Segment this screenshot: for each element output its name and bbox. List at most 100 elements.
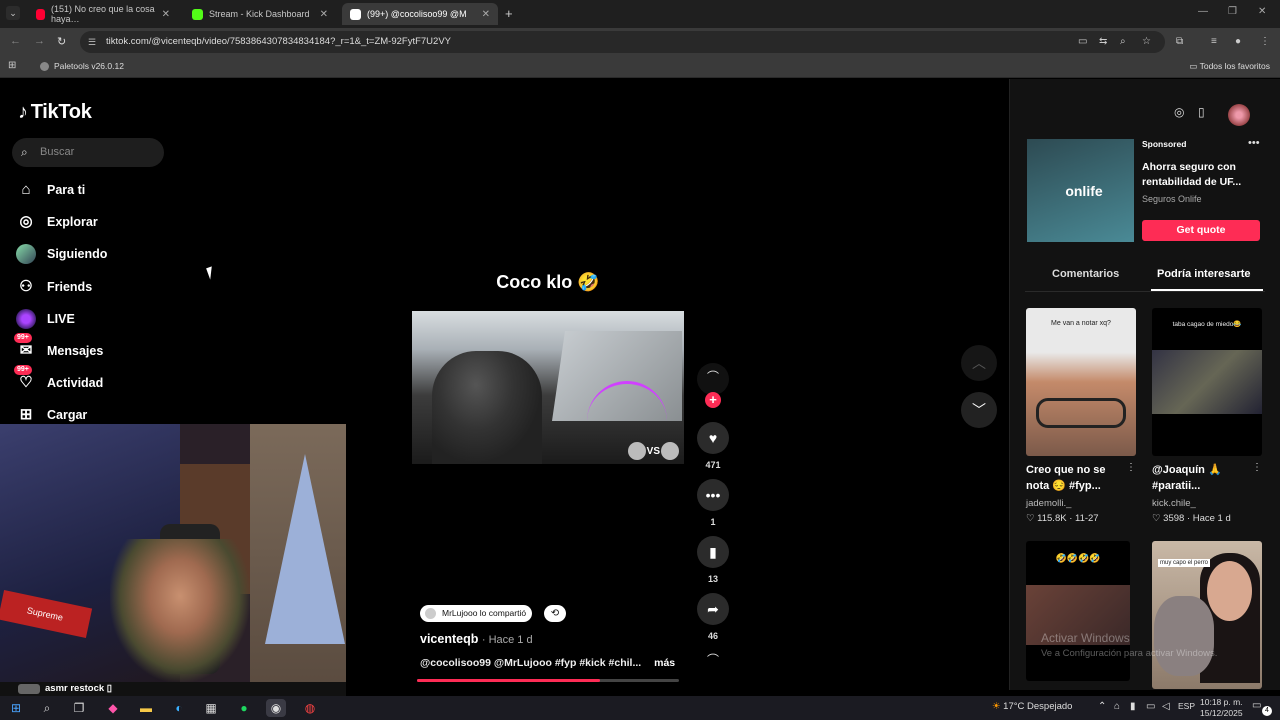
network-icon[interactable]: ⌂ [1114, 701, 1120, 712]
menu-icon[interactable]: ⋮ [1260, 36, 1270, 47]
previous-video-button[interactable]: ︿ [961, 345, 997, 381]
more-options-icon[interactable]: ⋮ [1126, 462, 1136, 473]
rec-author[interactable]: jademolli._ [1026, 498, 1071, 509]
rec-title[interactable]: Creo que no se nota 😔 #fyp... [1026, 462, 1126, 494]
windows-start-icon[interactable]: ⊞ [6, 699, 26, 717]
rec-thumbnail[interactable]: taba cagao de miedo😂 [1152, 308, 1262, 456]
tab-label: Stream - Kick Dashboard [209, 9, 310, 19]
video-author[interactable]: vicenteqb · Hace 1 d [420, 632, 533, 646]
rec-author[interactable]: kick.chile_ [1152, 498, 1196, 509]
tiktok-logo[interactable]: ♪ TikTok [18, 101, 92, 124]
weather-widget[interactable]: ☀ 17°C Despejado [992, 701, 1072, 712]
tab-comentarios[interactable]: Comentarios [1052, 268, 1119, 280]
task-view-icon[interactable]: ❐ [69, 699, 89, 717]
rec-thumbnail[interactable]: Me van a notar xq? [1026, 308, 1136, 456]
mic-icon[interactable]: ▮ [1130, 701, 1136, 712]
clock[interactable]: 10:18 p. m. 15/12/2025 [1200, 697, 1243, 719]
browser-tab-youtube[interactable]: (151) No creo que la cosa haya… ✕ [28, 3, 178, 25]
media-icon[interactable]: ≡ [1211, 36, 1217, 47]
file-explorer-icon[interactable]: ▬ [136, 699, 156, 717]
star-icon[interactable]: ☆ [1142, 36, 1151, 47]
close-window-icon[interactable]: ✕ [1258, 6, 1266, 17]
vs-badge: VS [627, 442, 680, 460]
all-bookmarks[interactable]: ▭ Todos los favoritos [1189, 61, 1270, 72]
url-input[interactable]: ☰ tiktok.com/@vicenteqb/video/7583864307… [80, 31, 1165, 53]
sidebar-item-mensajes[interactable]: ✉ 99+ Mensajes [14, 333, 103, 363]
language-indicator[interactable]: ESP [1178, 701, 1195, 711]
sidebar-item-friends[interactable]: ⚇ Friends [16, 275, 92, 299]
more-options-icon[interactable]: ••• [1248, 137, 1260, 149]
video-progress-bar[interactable] [417, 679, 679, 682]
display-icon[interactable]: ▭ [1146, 701, 1155, 712]
ad-text[interactable]: Ahorra seguro con rentabilidad de UF... [1142, 160, 1262, 190]
video-player[interactable]: VS [412, 311, 684, 464]
repost-icon[interactable]: ⟲ [544, 605, 566, 622]
minimize-icon[interactable]: — [1198, 6, 1208, 17]
search-icon[interactable]: ⌕ [37, 699, 57, 717]
rec-title[interactable]: @Joaquín 🙏 #paratii... [1152, 462, 1252, 494]
site-info-icon[interactable]: ☰ [88, 37, 96, 47]
video-caption: @cocolisoo99 @MrLujooo #fyp #kick #chil.… [420, 657, 675, 669]
get-quote-button[interactable]: Get quote [1142, 220, 1260, 241]
profile-icon[interactable]: ● [1235, 36, 1241, 47]
repost-pill[interactable]: MrLujooo lo compartió [420, 605, 533, 622]
notifications-icon[interactable]: ▭ [1252, 700, 1261, 711]
spotify-icon[interactable]: ● [234, 699, 254, 717]
new-tab-button[interactable]: + [505, 6, 513, 21]
volume-icon[interactable]: ◁ [1162, 701, 1170, 712]
tiktok-icon [350, 8, 361, 20]
chrome-icon[interactable]: ◍ [300, 699, 320, 717]
windows-activation-title: Activar Windows [1041, 631, 1130, 645]
more-options-icon[interactable]: ⋮ [1252, 462, 1262, 473]
sidebar-item-para-ti[interactable]: ⌂ Para ti [16, 178, 85, 202]
repost-label: MrLujooo lo compartió [442, 608, 527, 618]
face-avatar [661, 442, 679, 460]
rec-thumbnail[interactable]: 🤣🤣🤣🤣 [1026, 541, 1130, 681]
more-link[interactable]: más [654, 657, 675, 669]
share-button[interactable]: ➦ [697, 593, 729, 625]
bookmark-paletools[interactable]: Paletools v26.0.12 [40, 61, 124, 71]
close-icon[interactable]: ✕ [320, 9, 328, 20]
sidebar-item-label: LIVE [47, 312, 75, 326]
compass-icon[interactable]: ◎ [1174, 105, 1184, 119]
search-input[interactable]: ⌕ Buscar [12, 138, 164, 167]
chevron-up-icon[interactable]: ⌃ [1098, 701, 1106, 712]
music-disc-icon[interactable]: ⌒ [697, 651, 729, 671]
browser-tab-tiktok[interactable]: (99+) @cocolisoo99 @MrLu… ✕ [342, 3, 498, 25]
comment-button[interactable]: ••• [697, 479, 729, 511]
like-button[interactable]: ♥ [697, 422, 729, 454]
next-video-button[interactable]: ﹀ [961, 392, 997, 428]
translate-icon[interactable]: ⇆ [1099, 36, 1107, 47]
close-icon[interactable]: ✕ [482, 9, 490, 20]
tab-podria-interesarte[interactable]: Podría interesarte [1157, 268, 1251, 280]
sidebar-item-label: Explorar [47, 215, 98, 229]
store-icon[interactable]: ▦ [201, 699, 221, 717]
edge-icon[interactable]: ◐ [169, 699, 189, 717]
rec-thumbnail[interactable]: muy capo el perro [1152, 541, 1262, 689]
sidebar-item-actividad[interactable]: ♡ 99+ Actividad [14, 365, 103, 395]
apps-icon[interactable]: ⊞ [8, 60, 16, 71]
obs-icon[interactable]: ◉ [266, 699, 286, 717]
restore-icon[interactable]: ❐ [1228, 6, 1237, 17]
sidebar-item-explorar[interactable]: ◎ Explorar [16, 210, 98, 234]
cast-icon[interactable]: ▭ [1078, 36, 1087, 47]
address-bar-row: ← → ↻ ☰ tiktok.com/@vicenteqb/video/7583… [0, 28, 1280, 56]
phone-icon[interactable]: ▯ [1198, 105, 1205, 119]
zoom-icon[interactable]: ⌕ [1120, 36, 1126, 47]
browser-tab-kick[interactable]: Stream - Kick Dashboard ✕ [184, 3, 336, 25]
reload-icon[interactable]: ↻ [57, 35, 66, 48]
back-icon[interactable]: ← [10, 35, 21, 47]
creator-avatar[interactable]: ⌒ [697, 363, 729, 395]
extensions-icon[interactable]: ⧉ [1176, 36, 1183, 47]
bookmark-button[interactable]: ▮ [697, 536, 729, 568]
ad-image[interactable]: onlife [1027, 139, 1134, 242]
tab-search-button[interactable]: ⌄ [6, 6, 20, 20]
sidebar-item-live[interactable]: LIVE [16, 307, 75, 331]
comment-count: 1 [710, 517, 716, 527]
follow-button[interactable]: + [705, 392, 721, 408]
user-avatar[interactable] [1228, 104, 1250, 126]
sidebar-item-siguiendo[interactable]: Siguiendo [16, 242, 107, 266]
close-icon[interactable]: ✕ [162, 9, 170, 20]
copilot-icon[interactable]: ◆ [103, 699, 123, 717]
forward-icon[interactable]: → [34, 35, 45, 47]
